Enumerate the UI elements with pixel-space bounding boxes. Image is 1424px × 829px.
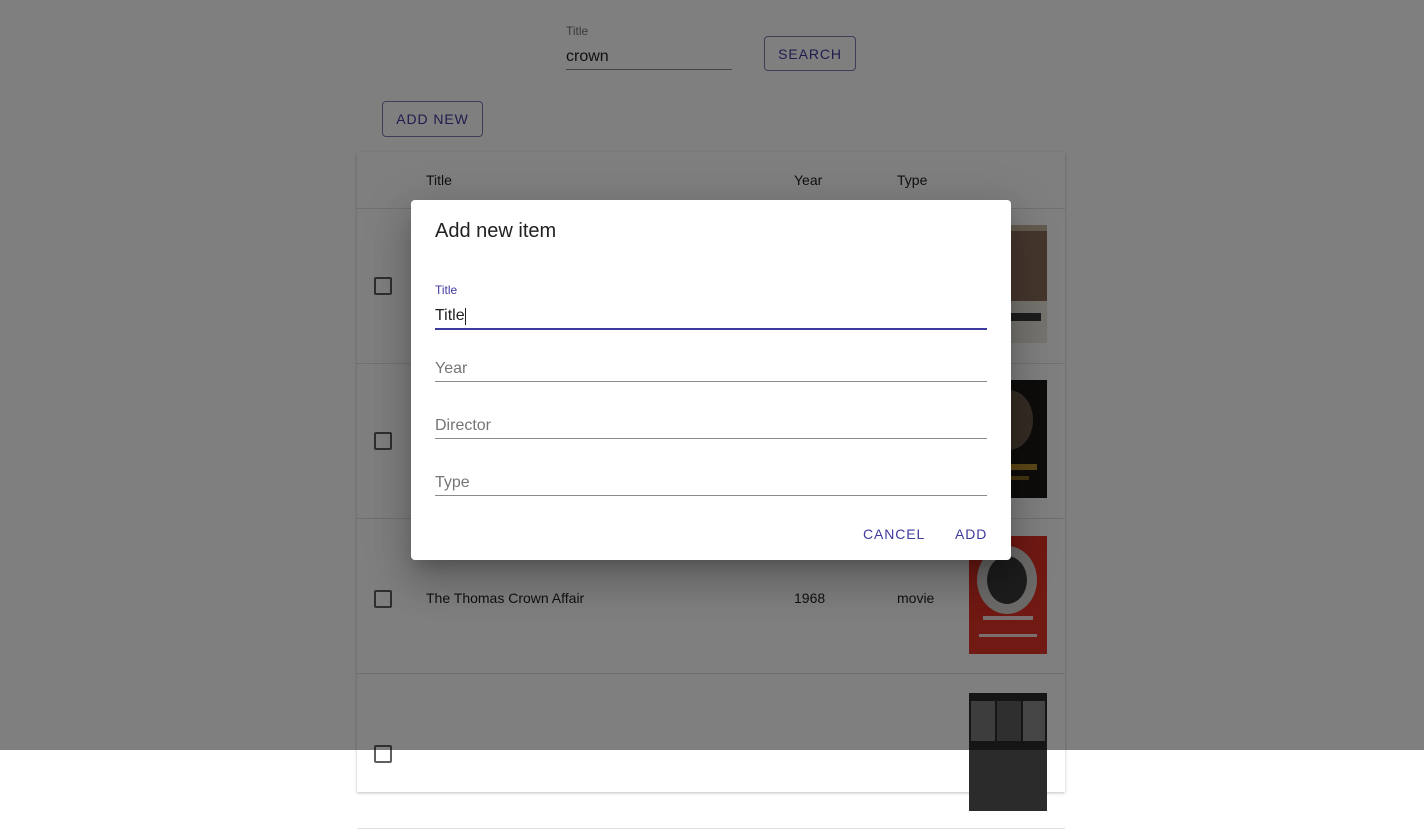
year-input[interactable] xyxy=(435,356,987,382)
add-button[interactable]: ADD xyxy=(955,522,987,546)
year-field xyxy=(435,332,987,382)
text-cursor xyxy=(465,308,466,325)
title-input[interactable] xyxy=(435,304,987,330)
type-input[interactable] xyxy=(435,470,987,496)
cancel-button[interactable]: CANCEL xyxy=(863,522,925,546)
director-input[interactable] xyxy=(435,413,987,439)
title-field-label: Title xyxy=(435,283,458,297)
title-field: Title xyxy=(435,280,987,330)
add-item-dialog: Add new item Title CANCEL ADD xyxy=(411,200,1011,560)
type-field xyxy=(435,446,987,496)
director-field xyxy=(435,389,987,439)
dialog-title: Add new item xyxy=(435,220,557,242)
